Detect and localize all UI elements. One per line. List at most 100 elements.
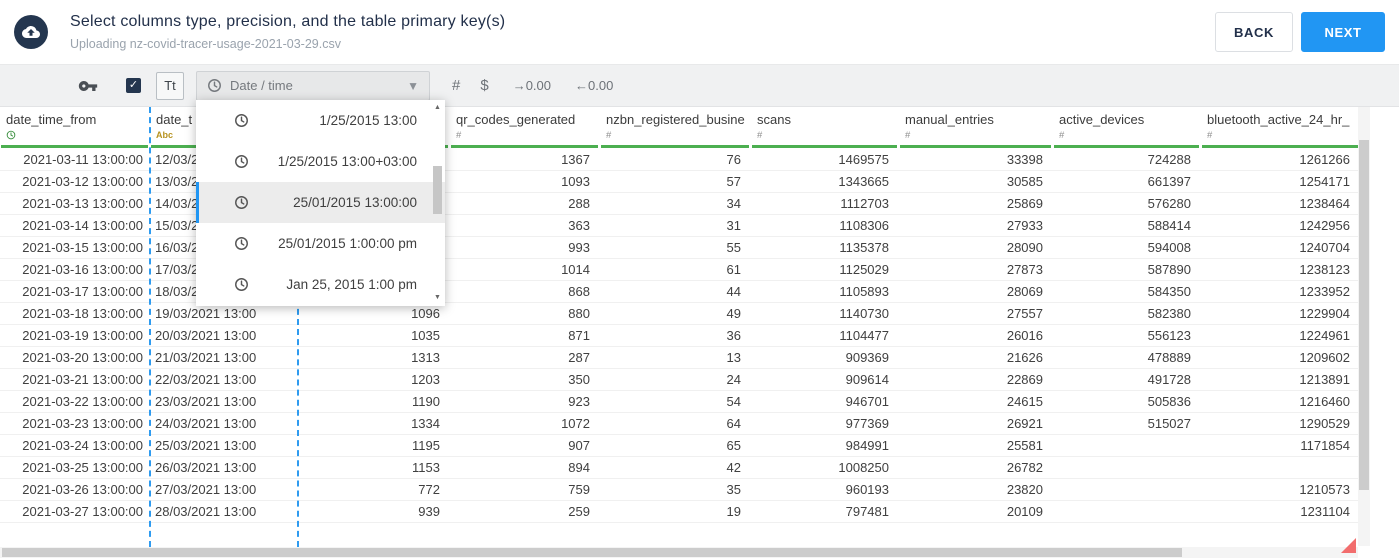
table-row: 2021-03-26 13:00:00 27/03/2021 13:00 772 75…: [0, 479, 1360, 501]
table-cell: 1072: [561, 416, 590, 431]
dropdown-scrollbar-thumb[interactable]: [433, 166, 442, 214]
table-cell: 1290529: [1299, 416, 1350, 431]
horizontal-scrollbar[interactable]: [0, 547, 1358, 558]
table-cell: 1105893: [839, 284, 889, 299]
column-quality-bar: [601, 145, 749, 148]
table-cell: [1053, 501, 1201, 522]
currency-type-button[interactable]: $: [480, 77, 488, 94]
table-cell: 868: [568, 284, 590, 299]
table-cell: 1035: [411, 328, 440, 343]
column-name: qr_codes_generated: [456, 112, 576, 127]
column-header-active_devices[interactable]: active_devices #: [1053, 107, 1201, 149]
date-format-option[interactable]: 1/25/2015 13:00: [196, 100, 445, 141]
dropdown-scrollbar[interactable]: ▲ ▼: [431, 102, 444, 304]
table-cell: 582380: [1147, 306, 1191, 321]
table-cell: [1053, 479, 1201, 500]
table-cell: 907: [568, 438, 590, 453]
table-cell: 880: [568, 306, 590, 321]
table-cell: 22/03/2021 13:00: [155, 372, 257, 387]
column-name: active_devices: [1059, 112, 1145, 127]
column-name: date_time_from: [6, 112, 97, 127]
table-cell: 33398: [1006, 152, 1043, 167]
date-format-menu-items: 1/25/2015 13:00 1/25/2015 13:00+03:00 25/0…: [196, 100, 445, 306]
table-row: 2021-03-24 13:00:00 25/03/2021 13:00 1195 9…: [0, 435, 1360, 457]
chevron-down-icon: ▼: [407, 78, 419, 93]
column-quality-bar: [1202, 145, 1358, 148]
table-cell: 2021-03-24 13:00:00: [22, 438, 143, 453]
table-cell: 1469575: [838, 152, 889, 167]
table-cell: 28/03/2021 13:00: [155, 504, 257, 519]
table-cell: 993: [568, 240, 590, 255]
decrease-decimal-button[interactable]: ←0.00: [575, 78, 613, 93]
table-cell: 2021-03-26 13:00:00: [22, 482, 143, 497]
date-format-option[interactable]: 25/01/2015 1:00:00 pm: [196, 223, 445, 264]
vertical-scrollbar[interactable]: [1358, 107, 1370, 546]
datetime-format-value: Date / time: [230, 78, 293, 93]
table-cell: 363: [568, 218, 590, 233]
table-cell: 1190: [412, 394, 440, 409]
table-cell: 1238464: [1299, 196, 1350, 211]
table-cell: 19: [726, 504, 741, 519]
table-cell: 1261266: [1299, 152, 1350, 167]
number-type-button[interactable]: #: [452, 77, 460, 94]
table-cell: 44: [726, 284, 741, 299]
column-header-bluetooth_active_24_hr_[interactable]: bluetooth_active_24_hr_ #: [1201, 107, 1360, 149]
table-cell: 1216460: [1299, 394, 1350, 409]
scroll-up-arrow-icon[interactable]: ▲: [431, 102, 444, 114]
table-cell: 23820: [1006, 482, 1043, 497]
table-cell: 2021-03-18 13:00:00: [22, 306, 143, 321]
table-cell: 30585: [1006, 174, 1043, 189]
table-cell: 1224961: [1299, 328, 1350, 343]
column-name: scans: [757, 112, 791, 127]
table-cell: 36: [726, 328, 741, 343]
column-header-manual_entries[interactable]: manual_entries #: [899, 107, 1053, 149]
vertical-scrollbar-thumb[interactable]: [1359, 140, 1369, 490]
table-cell: 65: [726, 438, 741, 453]
table-cell: 2021-03-23 13:00:00: [22, 416, 143, 431]
table-row: 2021-03-20 13:00:00 21/03/2021 13:00 1313 2…: [0, 347, 1360, 369]
table-cell: 28090: [1006, 240, 1043, 255]
back-button[interactable]: BACK: [1215, 12, 1293, 52]
text-type-button[interactable]: Tt: [156, 71, 184, 100]
datetime-type-icon: [6, 130, 146, 142]
table-cell: 909369: [845, 350, 889, 365]
next-button[interactable]: NEXT: [1301, 12, 1385, 52]
table-cell: 2021-03-25 13:00:00: [22, 460, 143, 475]
table-cell: 35: [726, 482, 741, 497]
number-type-marker: #: [1059, 130, 1065, 141]
table-cell: 25/03/2021 13:00: [155, 438, 257, 453]
increase-decimal-button[interactable]: →0.00: [513, 78, 551, 93]
table-cell: [1053, 457, 1201, 478]
datetime-format-select[interactable]: Date / time ▼: [196, 70, 430, 101]
column-header-qr_codes_generated[interactable]: qr_codes_generated #: [450, 107, 600, 149]
table-cell: 2021-03-22 13:00:00: [22, 394, 143, 409]
date-format-option[interactable]: Jan 25, 2015 1:00 pm: [196, 264, 445, 305]
number-type-marker: #: [1207, 130, 1213, 141]
primary-key-icon[interactable]: [78, 76, 98, 96]
scroll-down-arrow-icon[interactable]: ▼: [431, 292, 444, 304]
table-cell: 576280: [1147, 196, 1191, 211]
table-cell: 1210573: [1299, 482, 1350, 497]
horizontal-scrollbar-thumb[interactable]: [2, 548, 1182, 557]
column-header-scans[interactable]: scans #: [751, 107, 899, 149]
page-title: Select columns type, precision, and the …: [70, 13, 506, 30]
column-header-date_time_from[interactable]: date_time_from: [0, 107, 150, 149]
table-cell: 1313: [411, 350, 440, 365]
number-type-marker: #: [905, 130, 911, 141]
date-format-option[interactable]: 25/01/2015 13:00:00: [196, 182, 445, 223]
table-cell: 515027: [1147, 416, 1191, 431]
date-format-option[interactable]: 1/25/2015 13:00+03:00: [196, 141, 445, 182]
boolean-type-checkbox[interactable]: ✓: [126, 78, 141, 93]
column-header-nzbn_registered_busine[interactable]: nzbn_registered_busine #: [600, 107, 751, 149]
table-cell: 2021-03-20 13:00:00: [22, 350, 143, 365]
table-cell: 26/03/2021 13:00: [155, 460, 257, 475]
table-cell: 1195: [412, 438, 440, 453]
clock-icon: [234, 154, 249, 169]
table-cell: 588414: [1147, 218, 1191, 233]
clock-icon: [234, 277, 249, 292]
table-cell: 42: [726, 460, 741, 475]
table-cell: 1008250: [838, 460, 889, 475]
table-cell: 1135378: [839, 240, 889, 255]
clock-icon: [207, 78, 222, 93]
table-cell: [1201, 457, 1360, 478]
